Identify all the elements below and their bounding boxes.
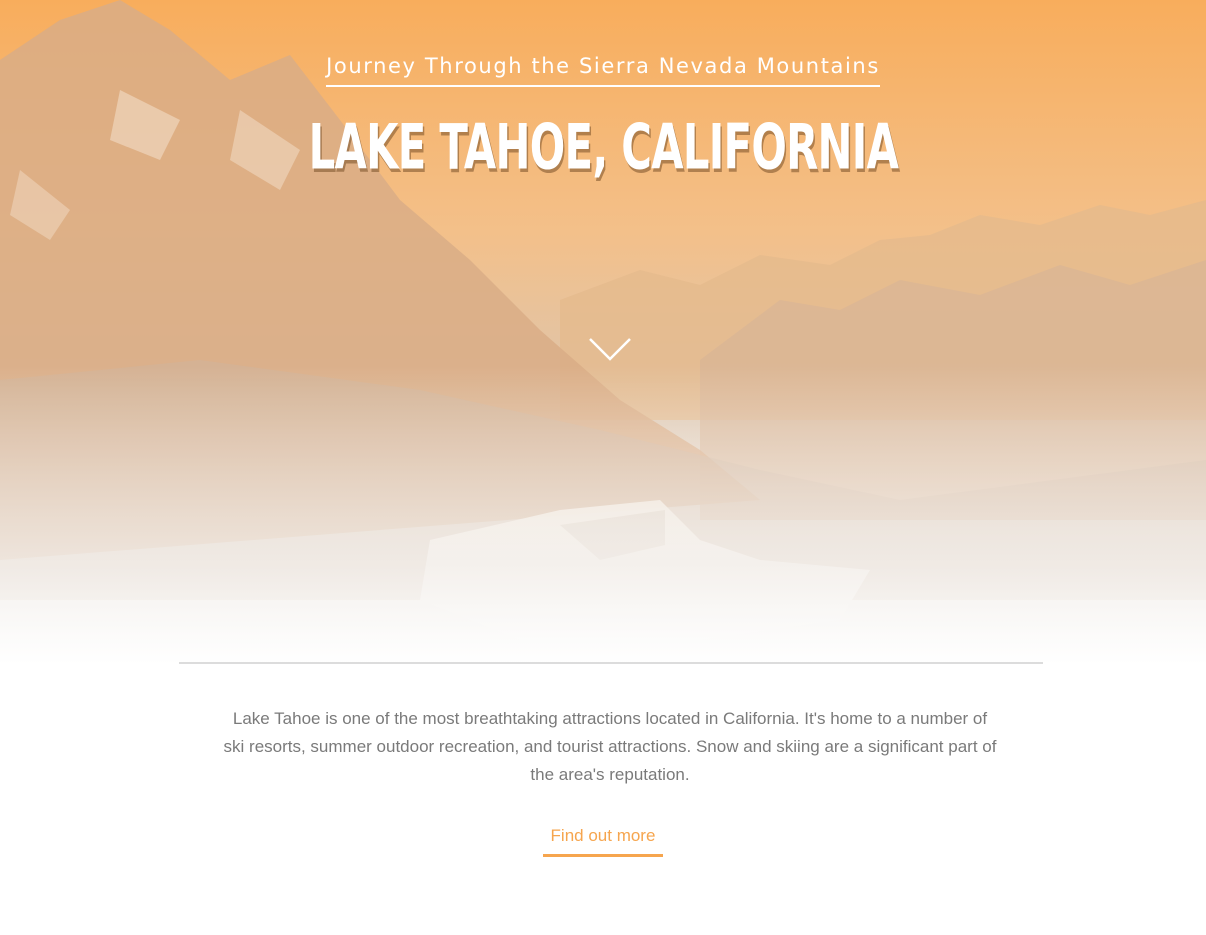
cta-wrap: Find out more [0,826,1206,857]
hero-section: Journey Through the Sierra Nevada Mounta… [0,0,1206,665]
find-out-more-link[interactable]: Find out more [542,826,664,857]
page-title: LAKE TAHOE, CALIFORNIA [0,102,1206,192]
page-title-text: LAKE TAHOE, CALIFORNIA [308,110,898,184]
hero-subtitle-wrap: Journey Through the Sierra Nevada Mounta… [0,54,1206,87]
scroll-down-button[interactable] [587,334,633,364]
hero-subtitle: Journey Through the Sierra Nevada Mounta… [326,54,880,87]
intro-paragraph: Lake Tahoe is one of the most breathtaki… [223,709,997,784]
section-divider [179,662,1043,664]
chevron-down-icon [589,338,631,361]
